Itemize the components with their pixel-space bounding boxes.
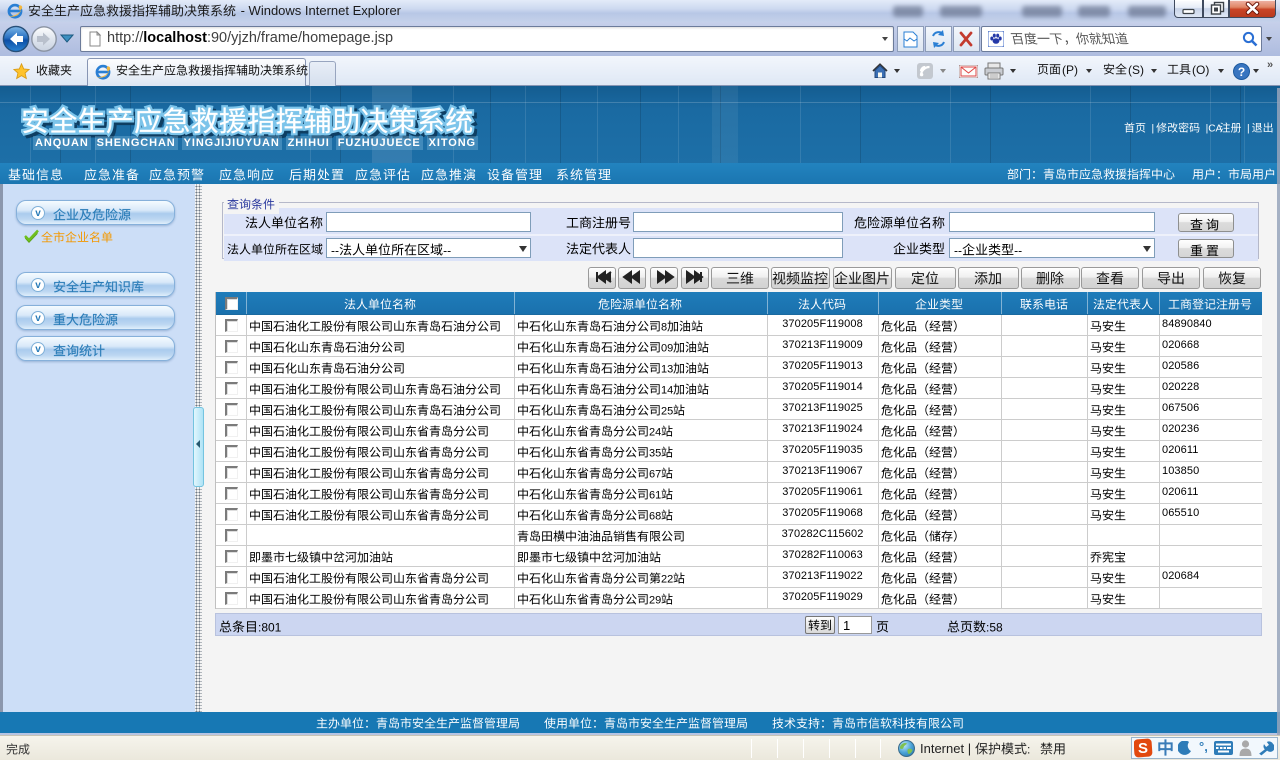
svg-text:--: -- — [443, 243, 451, 257]
svg-text:--: -- — [954, 243, 962, 257]
svg-text:|: | — [1247, 124, 1250, 135]
svg-text:|: | — [1152, 124, 1155, 135]
svg-text:29: 29 — [649, 595, 661, 607]
svg-text:68: 68 — [649, 511, 661, 523]
svg-text:--: -- — [1014, 243, 1022, 257]
svg-text:--: -- — [331, 243, 339, 257]
svg-text::58: :58 — [986, 620, 1003, 634]
svg-text:S: S — [1138, 740, 1148, 757]
svg-text:14: 14 — [661, 385, 673, 397]
svg-text::801: :801 — [258, 620, 282, 634]
svg-text:8: 8 — [661, 322, 667, 334]
svg-text:24: 24 — [649, 427, 661, 439]
svg-text:61: 61 — [649, 490, 661, 502]
svg-text:22: 22 — [661, 574, 673, 586]
svg-text::: : — [1027, 742, 1030, 756]
svg-text:|CA: |CA — [1206, 124, 1223, 135]
svg-text:67: 67 — [649, 469, 661, 481]
svg-text:13: 13 — [661, 364, 673, 376]
svg-text:?: ? — [1238, 65, 1245, 79]
svg-text:25: 25 — [661, 406, 673, 418]
svg-text:35: 35 — [649, 448, 661, 460]
svg-text:09: 09 — [661, 343, 673, 355]
